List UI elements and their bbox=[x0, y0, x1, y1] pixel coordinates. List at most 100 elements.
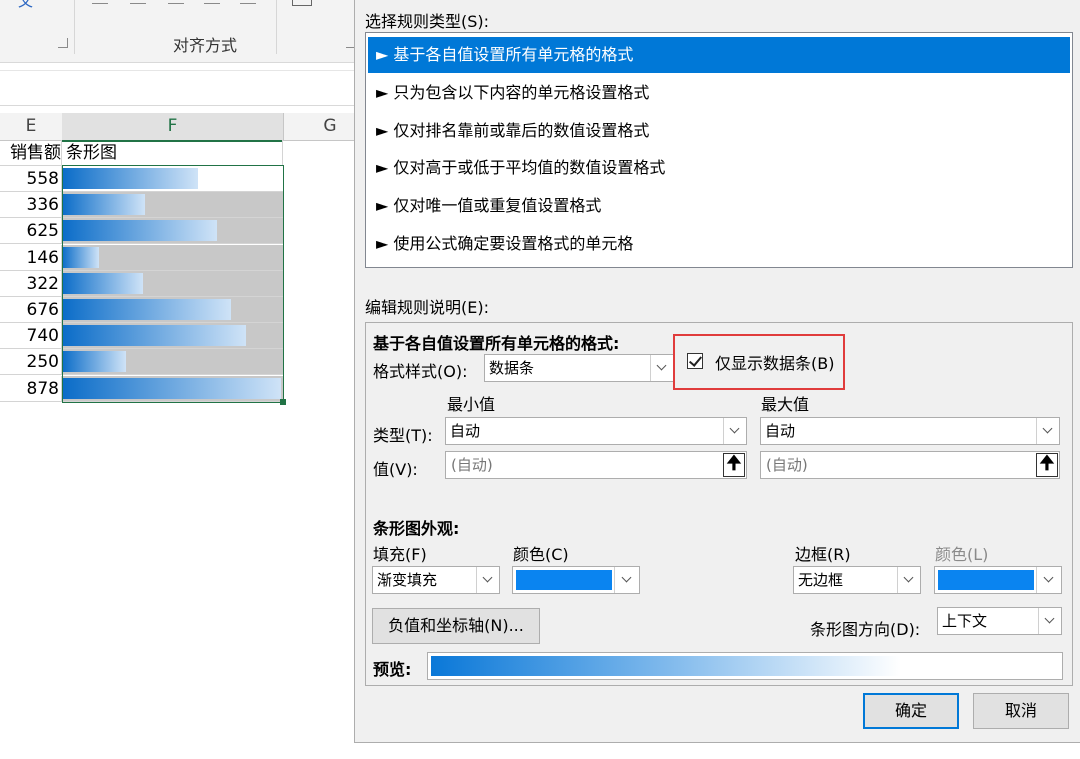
font-group-launcher-icon[interactable] bbox=[58, 38, 68, 48]
rule-item-each-value[interactable]: ► 基于各自值设置所有单元格的格式 bbox=[368, 37, 1070, 73]
ok-button[interactable]: 确定 bbox=[863, 693, 959, 729]
sales-value-cell[interactable]: 250 bbox=[0, 349, 62, 375]
chevron-down-icon[interactable] bbox=[1036, 567, 1061, 593]
show-bar-only-label[interactable]: 仅显示数据条(B) bbox=[715, 350, 834, 374]
data-bar bbox=[62, 194, 145, 215]
sales-value-cell[interactable]: 558 bbox=[0, 166, 62, 192]
max-value-placeholder: (自动) bbox=[766, 456, 808, 474]
data-bar-cell[interactable] bbox=[62, 245, 283, 271]
formula-bar-area bbox=[0, 70, 356, 106]
data-bar-cell[interactable] bbox=[62, 349, 283, 375]
align-left-icon[interactable] bbox=[204, 3, 220, 4]
sales-value-cell[interactable]: 676 bbox=[0, 297, 62, 323]
chevron-down-icon[interactable] bbox=[897, 567, 920, 593]
show-bar-only-checkbox[interactable] bbox=[687, 353, 703, 369]
data-bar bbox=[62, 351, 126, 372]
data-bar-cell[interactable] bbox=[62, 297, 283, 323]
min-value-placeholder: (自动) bbox=[451, 456, 493, 474]
fill-label: 填充(F) bbox=[373, 545, 427, 564]
chevron-down-icon[interactable] bbox=[1038, 608, 1061, 634]
data-bar-cell[interactable] bbox=[62, 376, 283, 402]
cancel-button[interactable]: 取消 bbox=[973, 693, 1069, 729]
format-style-value: 数据条 bbox=[489, 359, 535, 377]
border-color-swatch bbox=[938, 570, 1034, 590]
data-bar bbox=[62, 220, 217, 241]
ribbon-separator bbox=[276, 0, 277, 54]
fill-type-value: 渐变填充 bbox=[377, 571, 438, 589]
sales-value-cell[interactable]: 625 bbox=[0, 218, 62, 244]
chevron-down-icon[interactable] bbox=[650, 355, 673, 381]
merge-cells-icon[interactable] bbox=[292, 0, 312, 6]
fill-handle[interactable] bbox=[280, 399, 286, 405]
negative-axis-button[interactable]: 负值和坐标轴(N)... bbox=[372, 608, 540, 644]
min-value-heading: 最小值 bbox=[447, 395, 496, 414]
max-value-input[interactable]: (自动) 🠉 bbox=[760, 451, 1060, 479]
section-title: 基于各自值设置所有单元格的格式: bbox=[373, 334, 620, 353]
fill-type-select[interactable]: 渐变填充 bbox=[372, 566, 500, 594]
sales-value-cell[interactable]: 146 bbox=[0, 245, 62, 271]
data-bar bbox=[62, 299, 231, 320]
fill-color-swatch bbox=[516, 570, 612, 590]
chevron-down-icon[interactable] bbox=[1036, 418, 1059, 444]
conditional-format-dialog: 选择规则类型(S): ► 基于各自值设置所有单元格的格式 ► 只为包含以下内容的… bbox=[354, 0, 1080, 743]
data-bar bbox=[62, 247, 99, 268]
max-type-value: 自动 bbox=[765, 422, 796, 440]
chevron-down-icon[interactable] bbox=[476, 567, 499, 593]
format-style-select[interactable]: 数据条 bbox=[484, 354, 674, 382]
chevron-down-icon[interactable] bbox=[723, 418, 746, 444]
sales-value-cell[interactable]: 322 bbox=[0, 271, 62, 297]
range-select-icon[interactable]: 🠉 bbox=[1036, 453, 1058, 477]
alignment-group-label: 对齐方式 bbox=[173, 36, 238, 55]
data-bar bbox=[62, 378, 281, 399]
ribbon-separator bbox=[74, 0, 75, 54]
chevron-down-icon[interactable] bbox=[614, 567, 639, 593]
rule-type-list: ► 基于各自值设置所有单元格的格式 ► 只为包含以下内容的单元格设置格式 ► 仅… bbox=[365, 32, 1073, 268]
align-center-icon[interactable] bbox=[240, 3, 256, 4]
column-header-f[interactable]: F bbox=[62, 113, 283, 142]
min-type-select[interactable]: 自动 bbox=[445, 417, 747, 445]
max-type-select[interactable]: 自动 bbox=[760, 417, 1060, 445]
data-bar-cell[interactable] bbox=[62, 218, 283, 244]
bar-direction-select[interactable]: 上下文 bbox=[937, 607, 1062, 635]
type-label: 类型(T): bbox=[373, 426, 433, 445]
show-bar-only-highlight: 仅显示数据条(B) bbox=[673, 334, 845, 390]
sales-value-cell[interactable]: 336 bbox=[0, 192, 62, 218]
data-bar-cell[interactable] bbox=[62, 271, 283, 297]
sales-value-cell[interactable]: 878 bbox=[0, 376, 62, 402]
data-bar bbox=[62, 325, 246, 346]
min-type-value: 自动 bbox=[450, 422, 481, 440]
data-bar-cell[interactable] bbox=[62, 166, 283, 192]
select-rule-type-label: 选择规则类型(S): bbox=[365, 12, 490, 31]
align-top-icon[interactable] bbox=[92, 3, 108, 4]
data-bar bbox=[62, 168, 198, 189]
rule-item-formula[interactable]: ► 使用公式确定要设置格式的单元格 bbox=[368, 226, 1070, 262]
rule-item-unique-duplicate[interactable]: ► 仅对唯一值或重复值设置格式 bbox=[368, 188, 1070, 224]
min-value-input[interactable]: (自动) 🠉 bbox=[445, 451, 747, 479]
header-cell-bar[interactable]: 条形图 bbox=[62, 140, 283, 166]
preview-bar bbox=[431, 656, 901, 676]
data-bar-cell[interactable] bbox=[62, 192, 283, 218]
border-color-select[interactable] bbox=[934, 566, 1062, 594]
fill-color-select[interactable] bbox=[512, 566, 640, 594]
edit-rule-label: 编辑规则说明(E): bbox=[365, 298, 489, 317]
border-label: 边框(R) bbox=[795, 545, 851, 564]
value-label: 值(V): bbox=[373, 460, 418, 479]
border-type-value: 无边框 bbox=[798, 571, 844, 589]
bar-direction-label: 条形图方向(D): bbox=[810, 620, 921, 639]
data-bar-cell[interactable] bbox=[62, 323, 283, 349]
data-bar bbox=[62, 273, 143, 294]
rule-item-above-average[interactable]: ► 仅对高于或低于平均值的数值设置格式 bbox=[368, 150, 1070, 186]
format-style-label: 格式样式(O): bbox=[373, 362, 468, 381]
column-header-e[interactable]: E bbox=[0, 113, 62, 141]
header-cell-sales[interactable]: 销售额 bbox=[0, 140, 62, 166]
max-value-heading: 最大值 bbox=[761, 395, 810, 414]
rule-item-contains[interactable]: ► 只为包含以下内容的单元格设置格式 bbox=[368, 75, 1070, 111]
align-bottom-icon[interactable] bbox=[168, 3, 184, 4]
align-middle-icon[interactable] bbox=[130, 3, 146, 4]
fill-color-label: 颜色(C) bbox=[513, 545, 569, 564]
border-type-select[interactable]: 无边框 bbox=[793, 566, 921, 594]
rule-item-top-bottom[interactable]: ► 仅对排名靠前或靠后的数值设置格式 bbox=[368, 113, 1070, 149]
sales-value-cell[interactable]: 740 bbox=[0, 323, 62, 349]
range-select-icon[interactable]: 🠉 bbox=[723, 453, 745, 477]
bar-direction-value: 上下文 bbox=[942, 612, 988, 630]
